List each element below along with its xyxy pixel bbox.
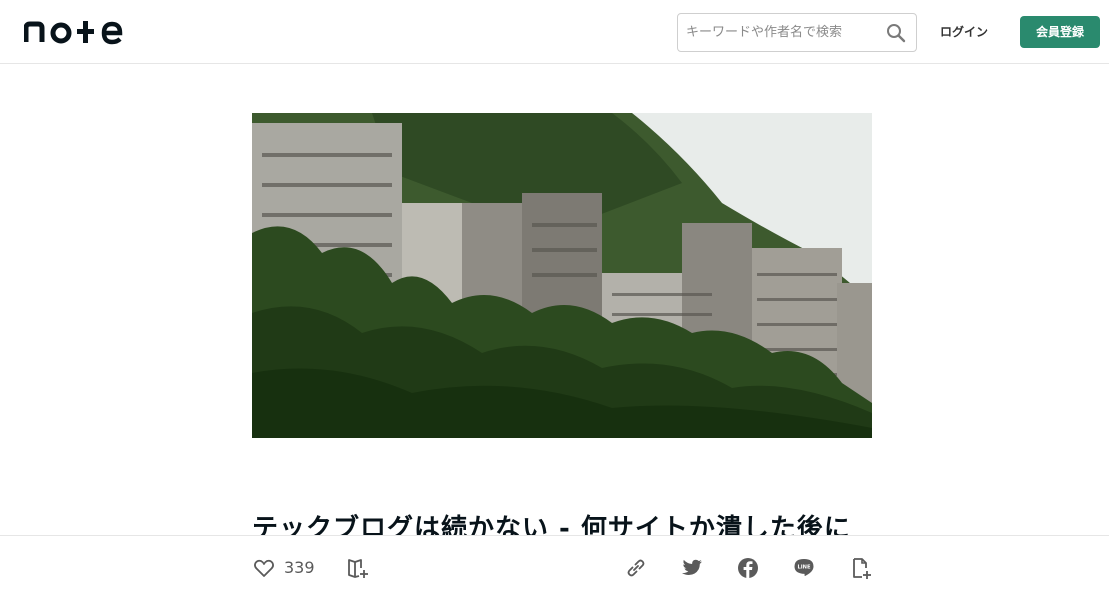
- facebook-icon[interactable]: [736, 556, 760, 580]
- search-box: [677, 13, 917, 52]
- svg-text:LINE: LINE: [797, 565, 811, 571]
- register-button[interactable]: 会員登録: [1020, 16, 1100, 48]
- note-logo[interactable]: [24, 18, 124, 46]
- login-button[interactable]: ログイン: [928, 16, 1000, 48]
- article-cover-image: [252, 113, 872, 438]
- magazine-add-icon[interactable]: [346, 556, 370, 580]
- line-icon[interactable]: LINE: [792, 556, 816, 580]
- site-header: ログイン 会員登録: [0, 0, 1109, 64]
- twitter-icon[interactable]: [680, 556, 704, 580]
- embed-icon[interactable]: [849, 556, 873, 580]
- search-icon[interactable]: [886, 23, 906, 43]
- action-bar: 339 LINE: [0, 535, 1109, 600]
- like-count: 339: [284, 558, 315, 577]
- link-icon[interactable]: [624, 556, 648, 580]
- heart-icon[interactable]: [252, 556, 276, 580]
- search-input[interactable]: [686, 14, 882, 51]
